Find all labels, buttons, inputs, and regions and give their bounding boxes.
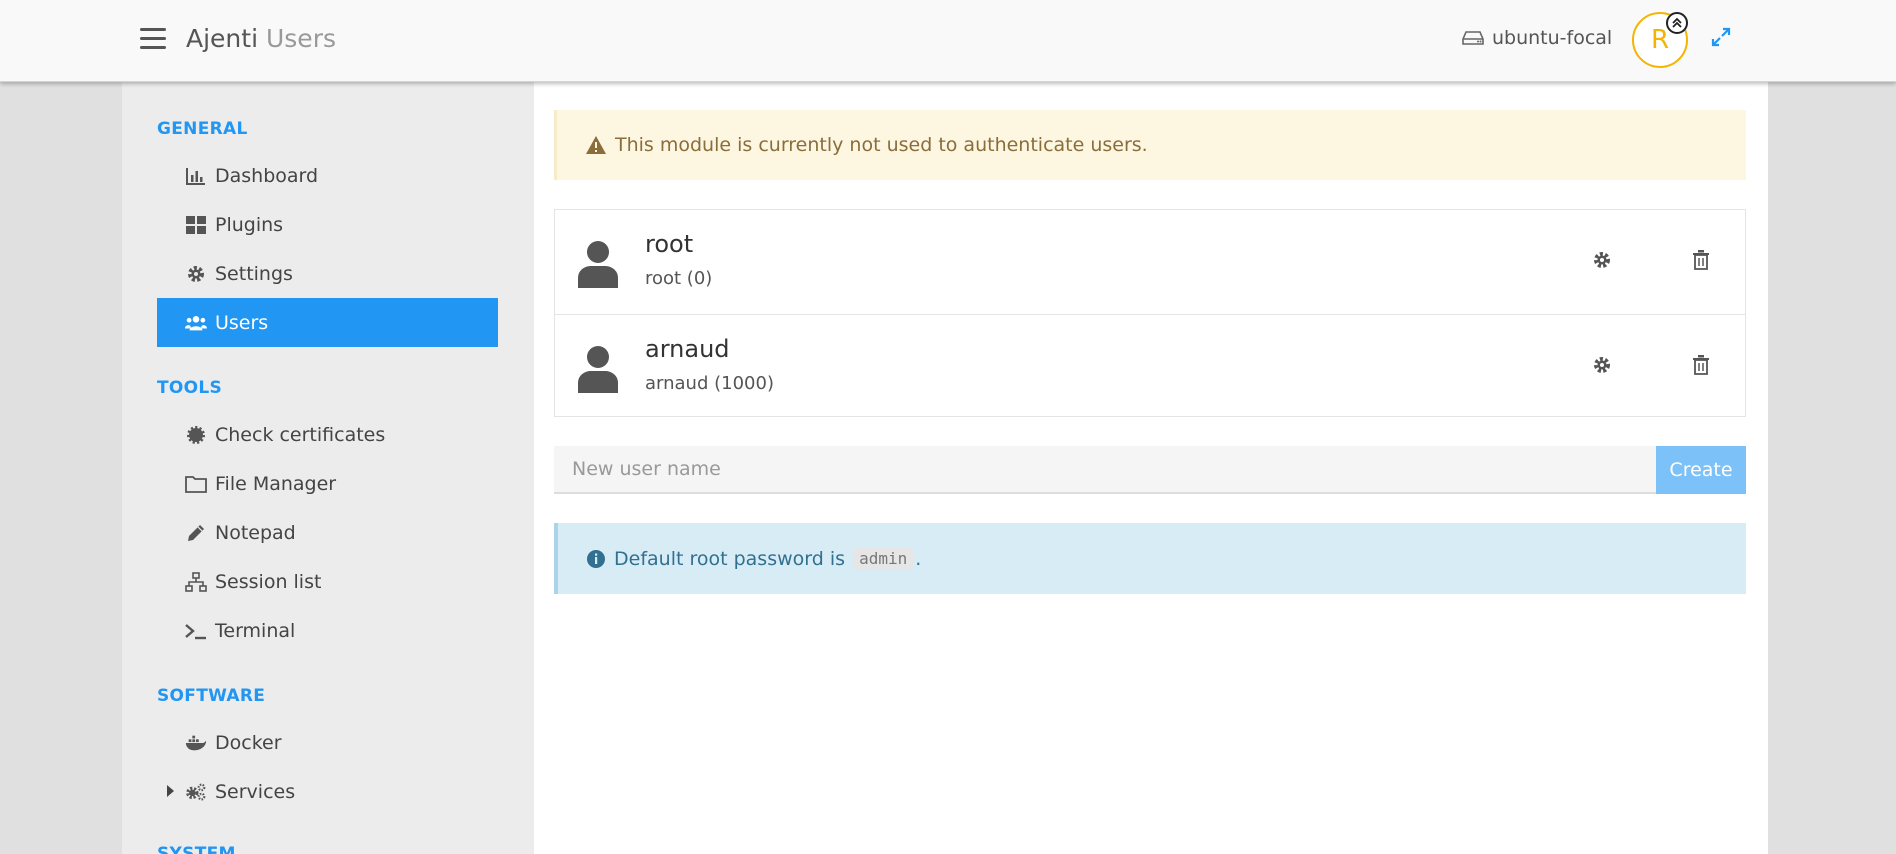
default-password-code: admin: [853, 547, 914, 570]
list-item[interactable]: root root (0): [555, 210, 1745, 314]
sidebar-item-label: Docker: [215, 731, 282, 754]
section-tools: TOOLS: [157, 378, 223, 398]
user-name: root: [645, 230, 694, 258]
chevron-up-icon[interactable]: [1666, 12, 1688, 34]
sidebar-item-label: Terminal: [215, 619, 296, 642]
sidebar-item-session-list[interactable]: Session list: [157, 557, 498, 606]
user-icon: [577, 345, 619, 393]
gear-icon[interactable]: [1588, 351, 1616, 379]
sidebar-item-services[interactable]: Services: [157, 767, 498, 816]
top-bar: Ajenti Users ubuntu-focal R: [0, 0, 1896, 82]
page-container: GENERAL Dashboard Plugins Settings Users: [122, 82, 1768, 854]
sidebar-item-label: Session list: [215, 570, 322, 593]
section-general: GENERAL: [157, 119, 248, 139]
sidebar-item-label: Services: [215, 780, 296, 803]
sidebar-item-users[interactable]: Users: [157, 298, 498, 347]
sidebar-item-label: File Manager: [215, 472, 337, 495]
sidebar: GENERAL Dashboard Plugins Settings Users: [122, 82, 534, 854]
sidebar-item-notepad[interactable]: Notepad: [157, 508, 498, 557]
certificate-icon: [185, 424, 207, 446]
grid-icon: [185, 214, 207, 236]
pencil-icon: [185, 522, 207, 544]
sidebar-item-label: Plugins: [215, 213, 284, 236]
sidebar-item-plugins[interactable]: Plugins: [157, 200, 498, 249]
menu-icon[interactable]: [140, 28, 166, 50]
gear-icon: [185, 263, 207, 285]
docker-icon: [185, 732, 207, 754]
info-icon: [586, 549, 606, 569]
hostname-label: ubuntu-focal: [1492, 27, 1613, 49]
warning-alert: This module is currently not used to aut…: [554, 110, 1746, 180]
sidebar-item-check-certificates[interactable]: Check certificates: [157, 410, 498, 459]
user-icon: [577, 240, 619, 288]
user-list: root root (0) arnaud arnaud (1000): [554, 209, 1746, 417]
warning-text: This module is currently not used to aut…: [615, 134, 1148, 156]
sidebar-item-docker[interactable]: Docker: [157, 718, 498, 767]
user-detail: root (0): [645, 268, 713, 289]
sidebar-item-label: Settings: [215, 262, 293, 285]
sidebar-item-label: Check certificates: [215, 423, 386, 446]
hostname-indicator[interactable]: ubuntu-focal: [1462, 27, 1612, 49]
sidebar-item-label: Users: [215, 311, 269, 334]
avatar-letter: R: [1650, 25, 1670, 55]
info-text-suffix: .: [915, 547, 922, 570]
warning-icon: [585, 135, 607, 155]
user-detail: arnaud (1000): [645, 373, 774, 394]
sitemap-icon: [185, 571, 207, 593]
sidebar-item-settings[interactable]: Settings: [157, 249, 498, 298]
section-system: SYSTEM: [157, 844, 236, 854]
create-button[interactable]: Create: [1656, 446, 1746, 494]
sidebar-item-label: Notepad: [215, 521, 296, 544]
page-name: Users: [265, 24, 336, 53]
users-icon: [185, 312, 207, 334]
expand-icon[interactable]: [1710, 26, 1732, 48]
sidebar-item-terminal[interactable]: Terminal: [157, 606, 498, 655]
cogs-icon: [185, 781, 207, 803]
trash-icon[interactable]: [1687, 246, 1715, 274]
list-item[interactable]: arnaud arnaud (1000): [555, 314, 1745, 418]
hard-drive-icon: [1462, 31, 1484, 45]
caret-right-icon[interactable]: [167, 785, 174, 797]
main-content: This module is currently not used to aut…: [534, 82, 1768, 854]
folder-icon: [185, 473, 207, 495]
gear-icon[interactable]: [1588, 246, 1616, 274]
app-title: Ajenti Users: [186, 24, 336, 53]
chart-icon: [185, 165, 207, 187]
sidebar-item-file-manager[interactable]: File Manager: [157, 459, 498, 508]
new-user-name-input[interactable]: [554, 446, 1656, 494]
section-software: SOFTWARE: [157, 686, 266, 706]
info-text: Default root password is: [614, 547, 846, 570]
sidebar-item-dashboard[interactable]: Dashboard: [157, 151, 498, 200]
info-alert: Default root password is admin.: [554, 523, 1746, 594]
sidebar-item-label: Dashboard: [215, 164, 319, 187]
user-name: arnaud: [645, 335, 730, 363]
trash-icon[interactable]: [1687, 351, 1715, 379]
terminal-icon: [185, 620, 207, 642]
app-name: Ajenti: [186, 24, 259, 53]
